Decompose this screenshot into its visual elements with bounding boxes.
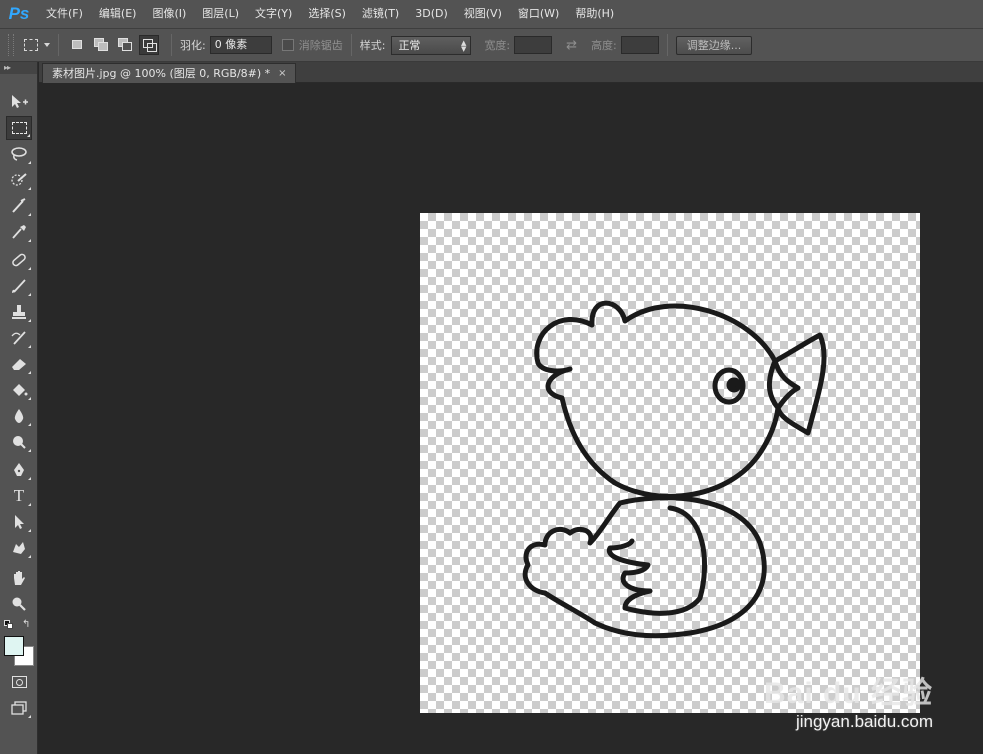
close-icon[interactable]: × <box>278 64 286 84</box>
path-selection-tool[interactable] <box>6 510 32 534</box>
divider <box>171 34 172 56</box>
height-label: 高度: <box>591 39 617 52</box>
brush-icon <box>12 279 26 293</box>
rectangular-marquee-icon <box>24 39 38 51</box>
marquee-icon <box>11 122 27 134</box>
crop-tool[interactable] <box>6 194 32 218</box>
menu-layer[interactable]: 图层(L) <box>194 0 247 28</box>
tool-preset-picker[interactable] <box>24 39 50 51</box>
eyedropper-tool[interactable] <box>6 220 32 244</box>
foreground-color-swatch[interactable] <box>4 636 24 656</box>
stamp-icon <box>12 305 26 319</box>
default-colors-icon[interactable] <box>4 620 14 630</box>
add-to-selection-button[interactable] <box>91 35 111 55</box>
type-tool[interactable]: T <box>6 484 32 508</box>
feather-label: 羽化: <box>180 39 206 52</box>
clone-stamp-tool[interactable] <box>6 300 32 324</box>
menu-type[interactable]: 文字(Y) <box>247 0 300 28</box>
swap-colors-icon[interactable]: ↰ <box>22 619 30 630</box>
width-input[interactable] <box>514 36 553 54</box>
intersect-with-selection-button[interactable] <box>139 35 159 55</box>
menu-filter[interactable]: 滤镜(T) <box>354 0 407 28</box>
divider <box>350 34 352 56</box>
options-bar-grip[interactable] <box>8 34 14 56</box>
toolbox: ▸▸ T ↰ <box>0 62 38 754</box>
hand-tool[interactable] <box>6 566 32 590</box>
quick-mask-button[interactable] <box>6 670 32 694</box>
zoom-icon <box>12 597 26 611</box>
lasso-icon <box>11 147 27 161</box>
dodge-tool[interactable] <box>6 430 32 454</box>
quick-selection-tool[interactable] <box>6 168 32 192</box>
screen-mode-icon <box>11 701 27 715</box>
document-tab-title: 素材图片.jpg @ 100% (图层 0, RGB/8#) * <box>52 66 271 80</box>
feather-input[interactable]: 0 像素 <box>209 36 272 54</box>
pen-icon <box>14 463 24 476</box>
shape-icon <box>13 542 25 554</box>
bandage-icon <box>12 253 26 267</box>
menu-select[interactable]: 选择(S) <box>300 0 354 28</box>
antialias-checkbox[interactable] <box>281 39 294 51</box>
water-drop-icon <box>14 409 24 423</box>
menu-edit[interactable]: 编辑(E) <box>91 0 145 28</box>
style-select[interactable]: 正常 ▲ ▼ <box>391 35 472 55</box>
new-selection-button[interactable] <box>67 35 87 55</box>
pen-tool[interactable] <box>6 458 32 482</box>
move-tool[interactable] <box>6 90 32 114</box>
chevron-down-icon <box>44 43 50 47</box>
healing-brush-tool[interactable] <box>6 248 32 272</box>
menu-image[interactable]: 图像(I) <box>144 0 194 28</box>
refine-edge-button[interactable]: 调整边缘... <box>675 35 753 55</box>
blur-tool[interactable] <box>6 404 32 428</box>
crop-icon <box>12 198 26 213</box>
divider <box>58 34 59 56</box>
antialias-label: 消除锯齿 <box>298 39 343 52</box>
divider <box>666 34 668 56</box>
history-brush-tool[interactable] <box>6 326 32 350</box>
height-input[interactable] <box>620 36 659 54</box>
style-label: 样式: <box>359 39 386 52</box>
history-brush-icon <box>11 331 26 345</box>
menu-bar: Ps 文件(F) 编辑(E) 图像(I) 图层(L) 文字(Y) 选择(S) 滤… <box>0 0 983 28</box>
watermark: Bai du 经验 jingyan.baidu.com <box>764 668 933 732</box>
paint-bucket-tool[interactable] <box>6 378 32 402</box>
menu-help[interactable]: 帮助(H) <box>567 0 622 28</box>
path-selection-icon <box>15 515 24 529</box>
style-select-value: 正常 <box>398 38 421 52</box>
menu-3d[interactable]: 3D(D) <box>407 0 456 28</box>
document-canvas[interactable] <box>420 213 920 713</box>
width-label: 宽度: <box>484 39 511 52</box>
photoshop-logo: Ps <box>8 4 30 23</box>
screen-mode-button[interactable] <box>6 696 32 720</box>
quick-mask-icon <box>11 676 27 688</box>
document-tab[interactable]: 素材图片.jpg @ 100% (图层 0, RGB/8#) * × <box>42 63 296 83</box>
document-tab-bar: 素材图片.jpg @ 100% (图层 0, RGB/8#) * × <box>39 62 983 83</box>
hand-icon <box>14 571 25 585</box>
swap-dimensions-icon[interactable]: ⇄ <box>566 38 577 53</box>
zoom-tool[interactable] <box>6 592 32 616</box>
lasso-tool[interactable] <box>6 142 32 166</box>
watermark-url: jingyan.baidu.com <box>795 712 933 731</box>
select-arrows-icon: ▲ ▼ <box>461 38 467 53</box>
toolbox-collapse-icon[interactable]: ▸▸ <box>0 62 37 74</box>
custom-shape-tool[interactable] <box>6 536 32 560</box>
type-icon: T <box>13 486 25 505</box>
subtract-from-selection-button[interactable] <box>115 35 135 55</box>
brush-tool[interactable] <box>6 274 32 298</box>
watermark-logo: Bai du 经验 <box>763 677 933 710</box>
eyedropper-icon <box>12 225 26 239</box>
rectangular-marquee-tool[interactable] <box>6 116 32 140</box>
menu-window[interactable]: 窗口(W) <box>510 0 567 28</box>
canvas-workspace[interactable]: Bai du 经验 jingyan.baidu.com <box>39 83 983 754</box>
menu-file[interactable]: 文件(F) <box>38 0 91 28</box>
quick-selection-icon <box>11 173 27 186</box>
chick-drawing <box>522 300 827 639</box>
options-bar: 羽化: 0 像素 消除锯齿 样式: 正常 ▲ ▼ 宽度: ⇄ 高度: 调整边缘..… <box>0 28 983 62</box>
paint-bucket-icon <box>13 384 28 396</box>
eraser-icon <box>12 359 26 370</box>
move-icon <box>12 95 28 108</box>
eraser-tool[interactable] <box>6 352 32 376</box>
dodge-icon <box>13 436 26 449</box>
menu-view[interactable]: 视图(V) <box>456 0 510 28</box>
